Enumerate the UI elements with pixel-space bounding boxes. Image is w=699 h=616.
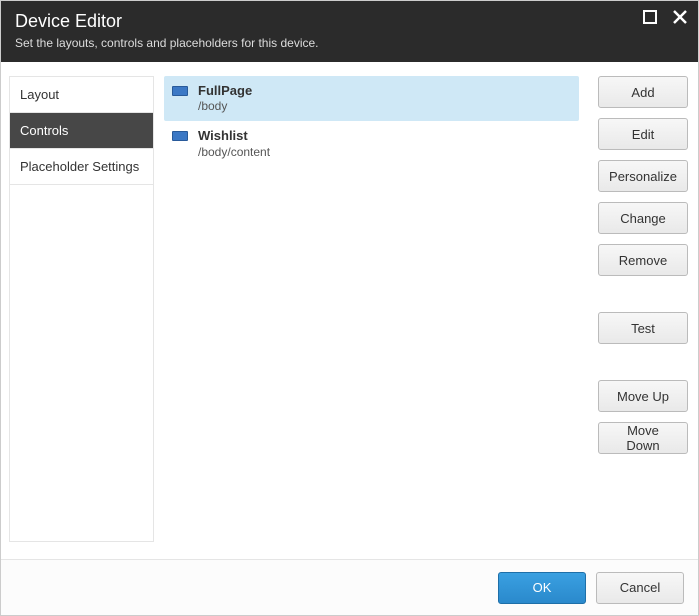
move-down-button[interactable]: Move Down (598, 422, 688, 454)
sidebar-item-layout[interactable]: Layout (10, 76, 153, 112)
control-path: /body (198, 99, 252, 114)
action-column: Add Edit Personalize Change Remove Test … (598, 62, 698, 542)
move-up-button[interactable]: Move Up (598, 380, 688, 412)
device-editor-dialog: Device Editor Set the layouts, controls … (0, 0, 699, 616)
sidebar-item-controls[interactable]: Controls (10, 112, 153, 148)
window-controls (642, 9, 688, 25)
rendering-icon (172, 131, 188, 141)
list-item-text: Wishlist /body/content (198, 128, 270, 159)
list-item[interactable]: FullPage /body (164, 76, 579, 121)
ok-button[interactable]: OK (498, 572, 586, 604)
rendering-icon (172, 86, 188, 96)
cancel-button[interactable]: Cancel (596, 572, 684, 604)
sidebar-item-label: Controls (20, 123, 68, 138)
remove-button[interactable]: Remove (598, 244, 688, 276)
maximize-icon[interactable] (642, 9, 658, 25)
sidebar-item-label: Placeholder Settings (20, 159, 139, 174)
close-icon[interactable] (672, 9, 688, 25)
dialog-body: Layout Controls Placeholder Settings Ful… (1, 62, 698, 542)
personalize-button[interactable]: Personalize (598, 160, 688, 192)
sidebar: Layout Controls Placeholder Settings (9, 76, 154, 542)
dialog-footer: OK Cancel (1, 559, 698, 615)
add-button[interactable]: Add (598, 76, 688, 108)
sidebar-item-placeholder-settings[interactable]: Placeholder Settings (10, 148, 153, 185)
main-panel: FullPage /body Wishlist /body/content (154, 62, 598, 542)
spacer (598, 354, 688, 370)
spacer (598, 286, 688, 302)
dialog-title: Device Editor (15, 11, 684, 32)
control-name: Wishlist (198, 128, 270, 144)
list-item-text: FullPage /body (198, 83, 252, 114)
control-name: FullPage (198, 83, 252, 99)
controls-list: FullPage /body Wishlist /body/content (164, 76, 579, 167)
test-button[interactable]: Test (598, 312, 688, 344)
sidebar-item-label: Layout (20, 87, 59, 102)
change-button[interactable]: Change (598, 202, 688, 234)
edit-button[interactable]: Edit (598, 118, 688, 150)
titlebar: Device Editor Set the layouts, controls … (1, 1, 698, 62)
list-item[interactable]: Wishlist /body/content (164, 121, 579, 166)
dialog-subtitle: Set the layouts, controls and placeholde… (15, 36, 684, 50)
control-path: /body/content (198, 145, 270, 160)
